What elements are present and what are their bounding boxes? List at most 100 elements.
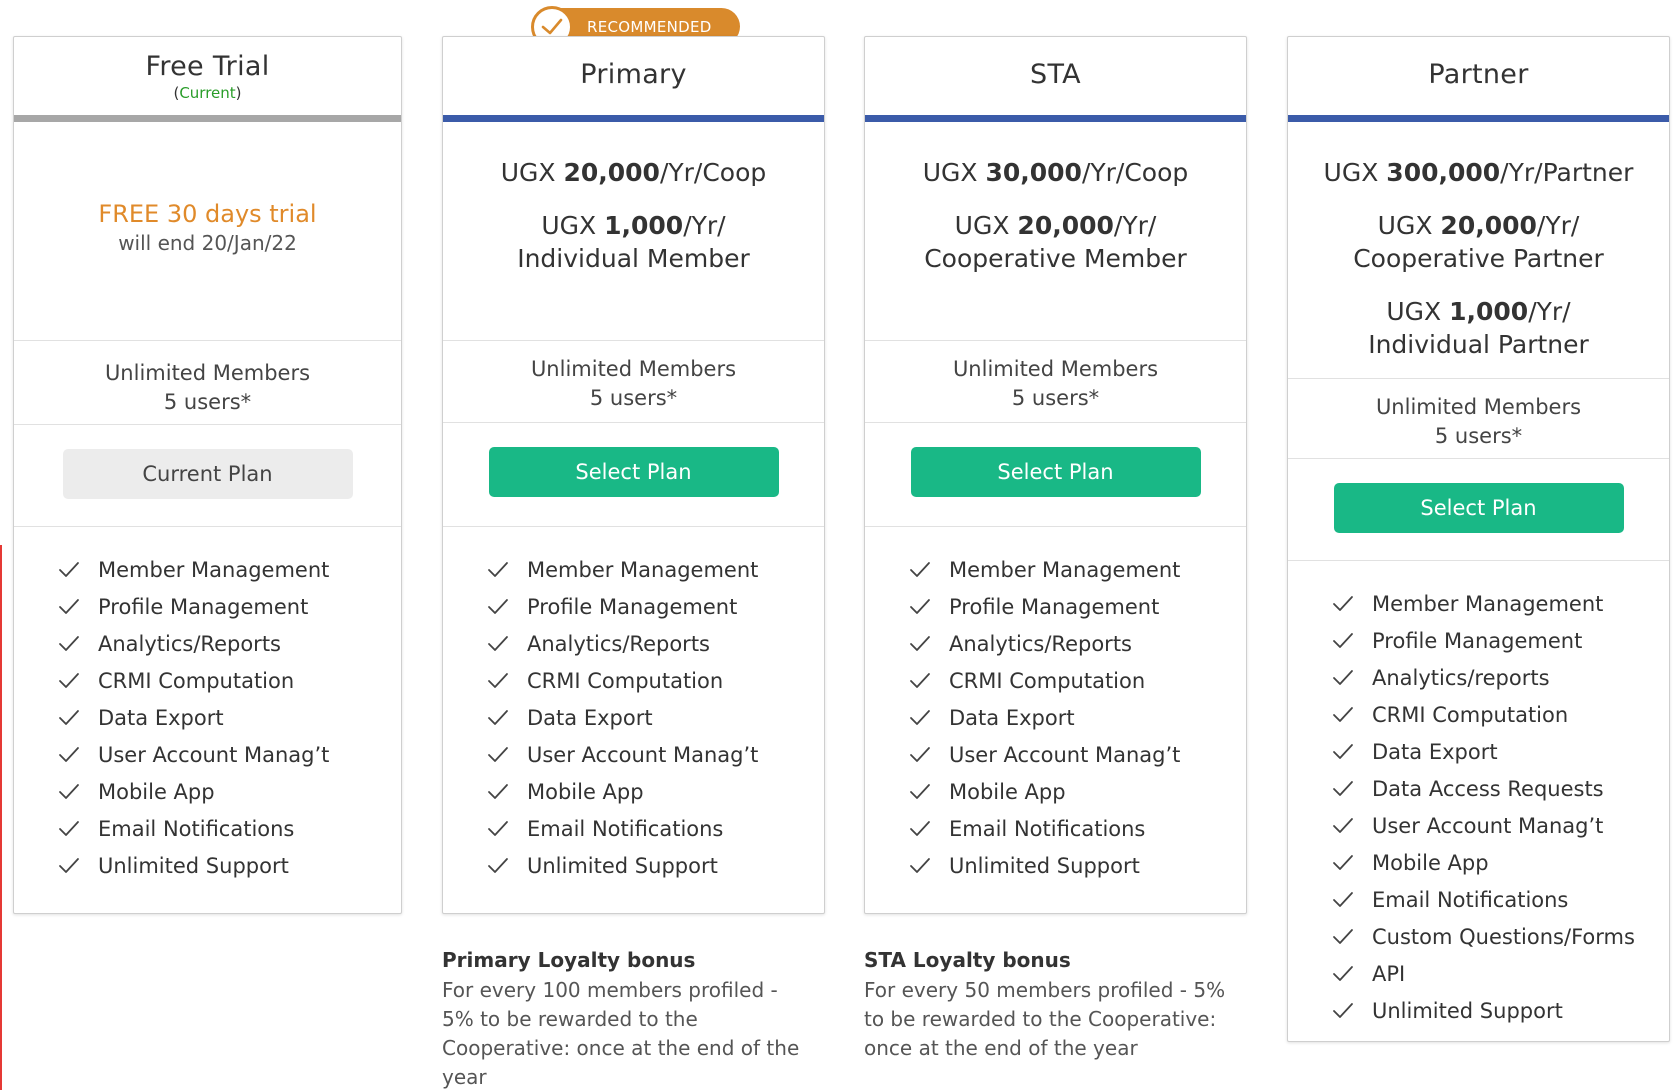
users-label: 5 users* (589, 386, 678, 410)
feature-label: User Account Manag’t (98, 742, 330, 767)
feature-label: Unlimited Support (949, 853, 1140, 878)
checkmark-icon (910, 709, 930, 725)
price-amount: 300,000 (1386, 158, 1501, 187)
feature-label: Member Management (98, 557, 330, 582)
feature-item: Data Export (1332, 733, 1669, 770)
feature-label: CRMI Computation (527, 668, 724, 693)
price-unit: Cooperative Partner (1353, 244, 1604, 273)
feature-item: User Account Manag’t (487, 736, 824, 773)
feature-label: Email Notifications (98, 816, 295, 841)
plan-card-free-trial: Free Trial (Current) FREE 30 days trial … (13, 36, 402, 914)
plan-pricing: FREE 30 days trial will end 20/Jan/22 (14, 122, 401, 341)
price-amount: 20,000 (1440, 211, 1537, 240)
feature-list: Member Management Profile Management Analy… (14, 527, 401, 884)
checkmark-icon (488, 709, 508, 725)
select-plan-button-sta[interactable]: Select Plan (910, 447, 1201, 497)
current-plan-button[interactable]: Current Plan (62, 449, 353, 499)
price-unit: Individual Member (517, 244, 750, 273)
feature-label: Analytics/Reports (527, 631, 710, 656)
checkmark-icon (910, 857, 930, 873)
feature-item: Member Management (58, 551, 401, 588)
feature-label: User Account Manag’t (527, 742, 759, 767)
feature-label: Mobile App (1372, 850, 1489, 875)
checkmark-icon (910, 820, 930, 836)
users-label: 5 users* (1434, 424, 1523, 448)
checkmark-icon (59, 598, 79, 614)
bonus-title: STA Loyalty bonus (864, 948, 1071, 972)
feature-label: Mobile App (527, 779, 644, 804)
bonus-text: For every 50 members profiled - 5% to be… (864, 978, 1226, 1060)
members-label: Unlimited Members (952, 357, 1159, 381)
feature-label: Data Export (1372, 739, 1498, 764)
checkmark-icon (488, 857, 508, 873)
feature-item: Custom Questions/Forms (1332, 918, 1669, 955)
feature-item: Data Export (58, 699, 401, 736)
price-line: UGX 20,000/Yr/Cooperative Partner (1353, 211, 1604, 273)
feature-label: Mobile App (98, 779, 215, 804)
feature-item: User Account Manag’t (58, 736, 401, 773)
feature-label: Profile Management (98, 594, 309, 619)
users-label: 5 users* (1011, 386, 1100, 410)
feature-item: Unlimited Support (1332, 992, 1669, 1029)
checkmark-icon (910, 746, 930, 762)
checkmark-icon (59, 746, 79, 762)
feature-label: Data Export (949, 705, 1075, 730)
plan-header: Partner (1288, 37, 1669, 122)
feature-item: Mobile App (487, 773, 824, 810)
plan-header: Free Trial (Current) (14, 37, 401, 122)
feature-item: Data Export (487, 699, 824, 736)
feature-item: Email Notifications (1332, 881, 1669, 918)
checkmark-icon (1333, 780, 1353, 796)
price-amount: 20,000 (1017, 211, 1114, 240)
feature-item: API (1332, 955, 1669, 992)
feature-item: Data Access Requests (1332, 770, 1669, 807)
feature-item: Analytics/Reports (487, 625, 824, 662)
feature-label: Email Notifications (527, 816, 724, 841)
checkmark-icon (488, 783, 508, 799)
checkmark-icon (59, 635, 79, 651)
feature-item: Mobile App (909, 773, 1246, 810)
feature-label: Data Access Requests (1372, 776, 1604, 801)
bonus-title: Primary Loyalty bonus (442, 948, 696, 972)
plan-title: Partner (1428, 59, 1529, 90)
feature-label: User Account Manag’t (949, 742, 1181, 767)
price-line: UGX 20,000/Yr/Coop (500, 158, 767, 187)
plan-action: Select Plan (865, 423, 1246, 527)
feature-label: Unlimited Support (1372, 998, 1563, 1023)
feature-label: User Account Manag’t (1372, 813, 1604, 838)
feature-item: CRMI Computation (909, 662, 1246, 699)
sta-loyalty-bonus: STA Loyalty bonus For every 50 members p… (864, 948, 1234, 1063)
feature-item: Analytics/Reports (909, 625, 1246, 662)
select-plan-button-partner[interactable]: Select Plan (1333, 483, 1624, 533)
feature-label: Analytics/reports (1372, 665, 1550, 690)
checkmark-icon (59, 709, 79, 725)
price-line: UGX 30,000/Yr/Coop (922, 158, 1189, 187)
free-trial-title: FREE 30 days trial (98, 200, 317, 228)
checkmark-icon (1333, 891, 1353, 907)
feature-list: Member Management Profile Management Analy… (443, 527, 824, 884)
feature-item: Profile Management (909, 588, 1246, 625)
checkmark-icon (488, 820, 508, 836)
price-amount: 30,000 (985, 158, 1082, 187)
checkmark-icon (488, 561, 508, 577)
feature-list: Member Management Profile Management Analy… (865, 527, 1246, 884)
feature-item: Member Management (1332, 585, 1669, 622)
plan-title: STA (1030, 59, 1081, 90)
feature-item: CRMI Computation (58, 662, 401, 699)
members-label: Unlimited Members (104, 361, 311, 385)
users-label: 5 users* (163, 390, 252, 414)
plan-members: Unlimited Members 5 users* (1288, 379, 1669, 459)
feature-item: User Account Manag’t (909, 736, 1246, 773)
feature-label: CRMI Computation (98, 668, 295, 693)
checkmark-icon (1333, 632, 1353, 648)
plan-members: Unlimited Members 5 users* (865, 341, 1246, 423)
feature-item: Analytics/reports (1332, 659, 1669, 696)
checkmark-icon (488, 598, 508, 614)
checkmark-icon (910, 561, 930, 577)
price-amount: 1,000 (1449, 297, 1529, 326)
feature-item: Unlimited Support (909, 847, 1246, 884)
plan-card-primary: Primary UGX 20,000/Yr/Coop UGX 1,000/Yr/… (442, 36, 825, 914)
select-plan-button-primary[interactable]: Select Plan (488, 447, 779, 497)
members-label: Unlimited Members (530, 357, 737, 381)
checkmark-icon (1333, 965, 1353, 981)
